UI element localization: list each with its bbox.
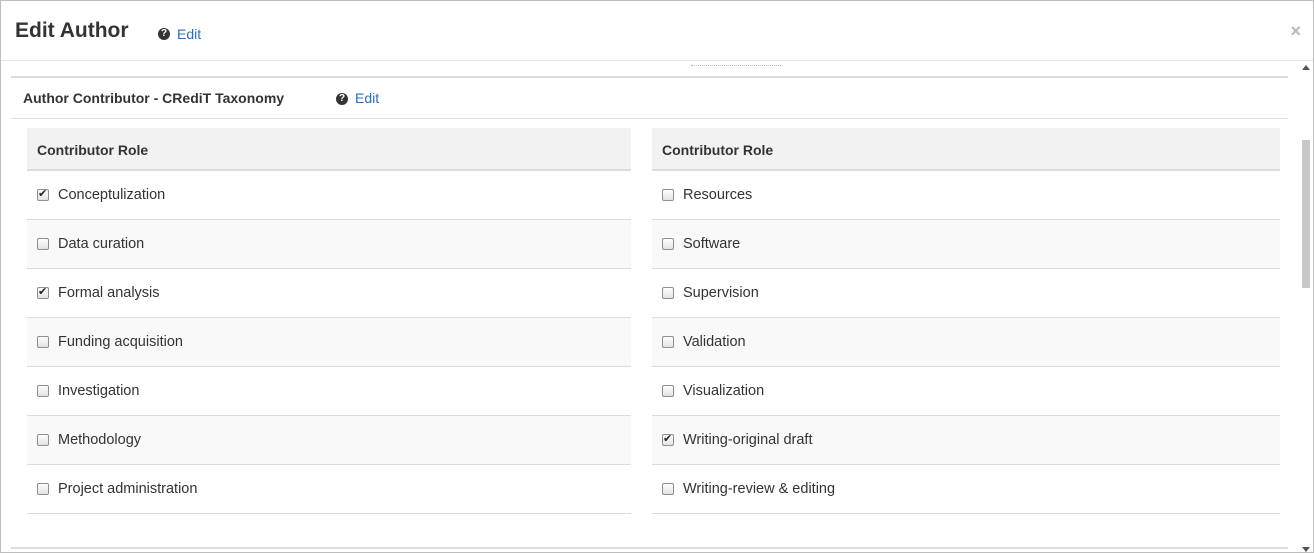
table-row: Data curation [27, 220, 631, 269]
role-checkbox[interactable] [37, 385, 49, 397]
role-label[interactable]: Formal analysis [58, 285, 160, 301]
role-checkbox[interactable] [662, 483, 674, 495]
role-checkbox[interactable] [37, 483, 49, 495]
scroll-up-arrow-icon[interactable] [1302, 65, 1310, 70]
table-row: Project administration [27, 465, 631, 514]
role-label[interactable]: Supervision [683, 285, 759, 301]
role-label[interactable]: Conceptulization [58, 187, 165, 203]
divider [11, 76, 1288, 78]
table-row: Software [652, 220, 1280, 269]
table-row: Formal analysis [27, 269, 631, 318]
role-label[interactable]: Writing-original draft [683, 432, 812, 448]
vertical-scrollbar[interactable] [1300, 62, 1312, 552]
role-label[interactable]: Methodology [58, 432, 141, 448]
role-label[interactable]: Data curation [58, 236, 144, 252]
role-label[interactable]: Resources [683, 187, 752, 203]
role-label[interactable]: Writing-review & editing [683, 481, 835, 497]
table-row: Funding acquisition [27, 318, 631, 367]
role-checkbox[interactable] [662, 432, 674, 446]
column-header: Contributor Role [652, 128, 1280, 171]
table-row: Investigation [27, 367, 631, 416]
role-label[interactable]: Funding acquisition [58, 334, 183, 350]
modal-header: Edit Author ? Edit × [1, 1, 1313, 61]
role-label[interactable]: Validation [683, 334, 746, 350]
role-label[interactable]: Project administration [58, 481, 197, 497]
section-title: Author Contributor - CRediT Taxonomy [23, 90, 285, 106]
table-row: Methodology [27, 416, 631, 465]
section-edit-link[interactable]: Edit [355, 90, 379, 106]
title-edit-link[interactable]: Edit [177, 26, 201, 42]
role-checkbox[interactable] [37, 336, 49, 348]
table-row: Resources [652, 171, 1280, 220]
close-icon[interactable]: × [1290, 21, 1301, 42]
role-checkbox[interactable] [662, 238, 674, 250]
table-row: Writing-original draft [652, 416, 1280, 465]
table-row: Supervision [652, 269, 1280, 318]
role-checkbox[interactable] [662, 385, 674, 397]
scroll-down-arrow-icon[interactable] [1302, 547, 1310, 552]
table-body: Conceptulization Data curation Formal anal… [27, 171, 631, 514]
role-label[interactable]: Visualization [683, 383, 764, 399]
role-checkbox[interactable] [662, 287, 674, 299]
role-checkbox[interactable] [662, 336, 674, 348]
divider [11, 547, 1288, 549]
clipped-content [691, 65, 781, 68]
modal-body: Author Contributor - CRediT Taxonomy ? E… [1, 62, 1301, 552]
role-checkbox[interactable] [37, 434, 49, 446]
table-row: Visualization [652, 367, 1280, 416]
table-body: Resources Software Supervision Validation Vi… [652, 171, 1280, 514]
table-row: Conceptulization [27, 171, 631, 220]
divider [11, 118, 1288, 119]
contributor-role-table-left: Contributor Role Conceptulization Data cu… [27, 128, 631, 514]
contributor-role-table-right: Contributor Role Resources Software Superv… [652, 128, 1280, 514]
role-checkbox[interactable] [37, 238, 49, 250]
edit-author-modal: Edit Author ? Edit × Author Contributor … [0, 0, 1314, 553]
modal-title: Edit Author [15, 19, 129, 42]
question-circle-icon[interactable]: ? [336, 93, 348, 105]
role-label[interactable]: Software [683, 236, 740, 252]
table-row: Validation [652, 318, 1280, 367]
role-checkbox[interactable] [37, 285, 49, 299]
role-checkbox[interactable] [37, 187, 49, 201]
role-label[interactable]: Investigation [58, 383, 139, 399]
question-circle-icon[interactable]: ? [158, 28, 170, 40]
column-header: Contributor Role [27, 128, 631, 171]
scroll-thumb[interactable] [1302, 140, 1310, 288]
role-checkbox[interactable] [662, 189, 674, 201]
table-row: Writing-review & editing [652, 465, 1280, 514]
